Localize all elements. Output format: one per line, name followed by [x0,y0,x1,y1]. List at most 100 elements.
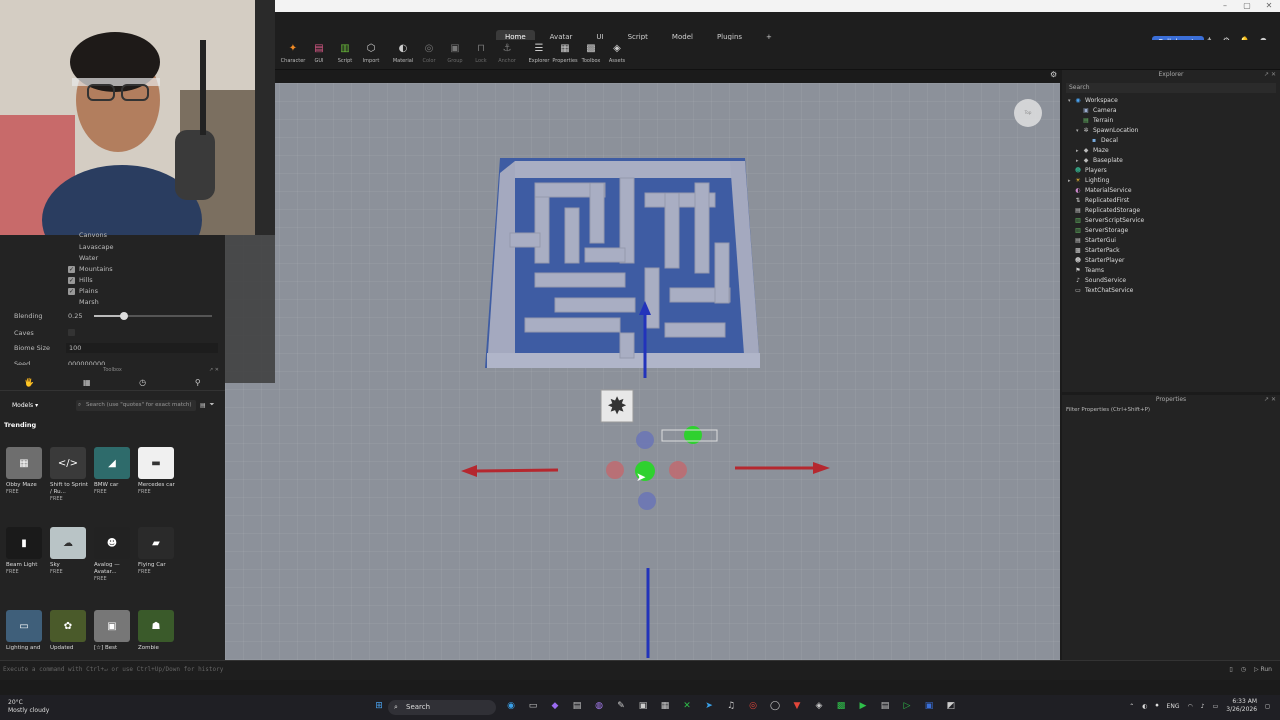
explorer-item-decal[interactable]: ▪ Decal [1062,136,1280,146]
biome-option-mountains[interactable]: ✓ Mountains [68,265,113,273]
gizmo-handle-red-left[interactable] [606,461,624,479]
telegram-icon[interactable]: ➤ [698,701,720,711]
tool-character-button[interactable]: ✦ Character [280,42,306,64]
3d-viewport[interactable]: ✸ ➤ Top [225,83,1060,660]
command-input[interactable]: Execute a command with Ctrl+↵ or use Ctr… [3,666,223,673]
explorer-item-starterplayer[interactable]: ☻ StarterPlayer [1062,256,1280,266]
toolbox-item[interactable]: ▬ Mercedes car FREE [138,447,178,495]
tool-anchor-button[interactable]: ⚓ Anchor [494,42,520,64]
chevron-up-icon[interactable]: ⌃ [1129,703,1134,710]
checkbox[interactable]: ✓ [68,265,75,273]
roblox-studio-icon[interactable]: ◩ [940,701,962,711]
mic-icon[interactable]: ⏺ [1156,702,1159,710]
explorer-item-spawnlocation[interactable]: ▾ ✲ SpawnLocation [1062,126,1280,136]
gizmo-axis-x-left[interactable] [474,468,559,473]
app-tray-icon[interactable]: ◐ [1142,703,1147,710]
tool-properties-button[interactable]: ▦ Properties [552,42,578,64]
biome-option-hills[interactable]: ✓ Hills [68,276,93,284]
toolbox-item[interactable]: ☻ Avalog — Avatar... FREE [94,527,134,582]
explorer-search-input[interactable]: Search [1066,83,1276,93]
close-icon[interactable]: ↗ ✕ [1264,395,1276,405]
close-button[interactable]: ✕ [1258,0,1280,12]
toolbox-item[interactable]: </> Shift to Sprint / Ru... FREE [50,447,90,502]
toolbox-item[interactable]: ▭ Lighting and [6,610,46,652]
checkbox[interactable] [68,232,75,237]
toolbox-item[interactable]: ☁ Sky FREE [50,527,90,575]
app9-icon[interactable]: ▣ [918,701,940,711]
store-icon[interactable]: ▤ [566,701,588,711]
caves-checkbox[interactable] [68,329,75,336]
copilot-icon[interactable]: ◆ [544,701,566,711]
wifi-icon[interactable]: ◠ [1187,703,1192,710]
edge-icon[interactable]: ◉ [500,701,522,711]
explorer-item-replicatedstorage[interactable]: ▤ ReplicatedStorage [1062,206,1280,216]
category-dropdown[interactable]: Models ▾ [12,402,72,409]
bookmark-icon[interactable]: ▯ [1229,666,1232,673]
tab-recent-icon[interactable]: ◷ [139,378,146,387]
explorer-item-teams[interactable]: ⚑ Teams [1062,266,1280,276]
tool-assets-button[interactable]: ◈ Assets [604,42,630,64]
checkbox[interactable] [68,255,75,262]
explorer-item-workspace[interactable]: ▾ ◉ Workspace [1062,96,1280,106]
blending-slider[interactable] [94,312,212,320]
tab-grid-icon[interactable]: ▦ [83,378,91,387]
minimize-button[interactable]: – [1214,0,1236,12]
explorer-item-baseplate[interactable]: ▸ ◆ Baseplate [1062,156,1280,166]
checkbox[interactable] [68,244,75,251]
tool-script-button[interactable]: ▥ Script [332,42,358,64]
windows-start-icon[interactable]: ⊞ [368,701,390,711]
explorer-item-textchatservice[interactable]: ▭ TextChatService [1062,286,1280,296]
language-indicator[interactable]: ENG [1167,703,1180,710]
biome-option-plains[interactable]: ✓ Plains [68,287,98,295]
explorer-item-replicatedfirst[interactable]: ⇅ ReplicatedFirst [1062,196,1280,206]
volume-icon[interactable]: ♪ [1201,703,1205,710]
maximize-button[interactable]: ▢ [1236,0,1258,12]
explorer-item-serverstorage[interactable]: ▥ ServerStorage [1062,226,1280,236]
toolbox-item[interactable]: ✿ Updated [50,610,90,652]
gizmo-handle-blue-bottom[interactable] [638,492,656,510]
app8-icon[interactable]: ▷ [896,701,918,711]
tool-group-button[interactable]: ▣ Group [442,42,468,64]
explorer-item-players[interactable]: ☻ Players [1062,166,1280,176]
toolbox-item[interactable]: ☗ Zombie [138,610,178,652]
gizmo-handle-red-right[interactable] [669,461,687,479]
blending-slider-knob[interactable] [119,312,128,320]
explorer-item-startergui[interactable]: ▤ StarterGui [1062,236,1280,246]
toolbox-item[interactable]: ▣ [☆] Best [94,610,134,652]
tool-gui-button[interactable]: ▤ GUI [306,42,332,64]
explorer-item-serverscriptservice[interactable]: ▥ ServerScriptService [1062,216,1280,226]
explorer-item-soundservice[interactable]: ♪ SoundService [1062,276,1280,286]
app5-icon[interactable]: ▩ [830,701,852,711]
sort-icon[interactable]: ▤ [200,402,206,409]
gizmo-arrow-left[interactable] [461,465,477,477]
notification-icon[interactable]: ◻ [1265,703,1270,710]
app2-icon[interactable]: ♫ [720,701,742,711]
gizmo-handle-blue-top[interactable] [636,431,654,449]
weather-widget[interactable]: 20°C Mostly cloudy [8,699,49,715]
tool-lock-button[interactable]: ⊓ Lock [468,42,494,64]
tool-toolbox-button[interactable]: ▩ Toolbox [578,42,604,64]
history-icon[interactable]: ◷ [1241,666,1246,673]
app6-icon[interactable]: ▶ [852,701,874,711]
checkbox[interactable] [68,299,75,306]
biome-option-water[interactable]: Water [68,254,98,262]
explorer-item-materialservice[interactable]: ◐ MaterialService [1062,186,1280,196]
biome-option-marsh[interactable]: Marsh [68,298,99,306]
explorer-item-lighting[interactable]: ▸ ☀ Lighting [1062,176,1280,186]
xbox-icon[interactable]: ✕ [676,701,698,711]
biome-option-lavascape[interactable]: Lavascape [68,243,114,251]
battery-icon[interactable]: ▭ [1213,703,1219,710]
toolbox-item[interactable]: ▰ Flying Car FREE [138,527,178,575]
media-icon[interactable]: ▦ [654,701,676,711]
app3-icon[interactable]: ◯ [764,701,786,711]
properties-filter-input[interactable]: Filter Properties (Ctrl+Shift+P) [1062,405,1280,415]
close-icon[interactable]: ↗ ✕ [1264,70,1276,80]
notes-icon[interactable]: ✎ [610,701,632,711]
toolbox-search-input[interactable]: ⌕ Search (use "quotes" for exact match) [76,399,196,411]
brave-icon[interactable]: ▼ [786,701,808,711]
toolbox-item[interactable]: ▦ Obby Maze FREE [6,447,46,495]
taskbar-search[interactable]: ⌕ Search [388,700,496,715]
checkbox[interactable]: ✓ [68,287,75,295]
discord-icon[interactable]: ◍ [588,701,610,711]
close-icon[interactable]: ↗ ✕ [209,365,219,375]
